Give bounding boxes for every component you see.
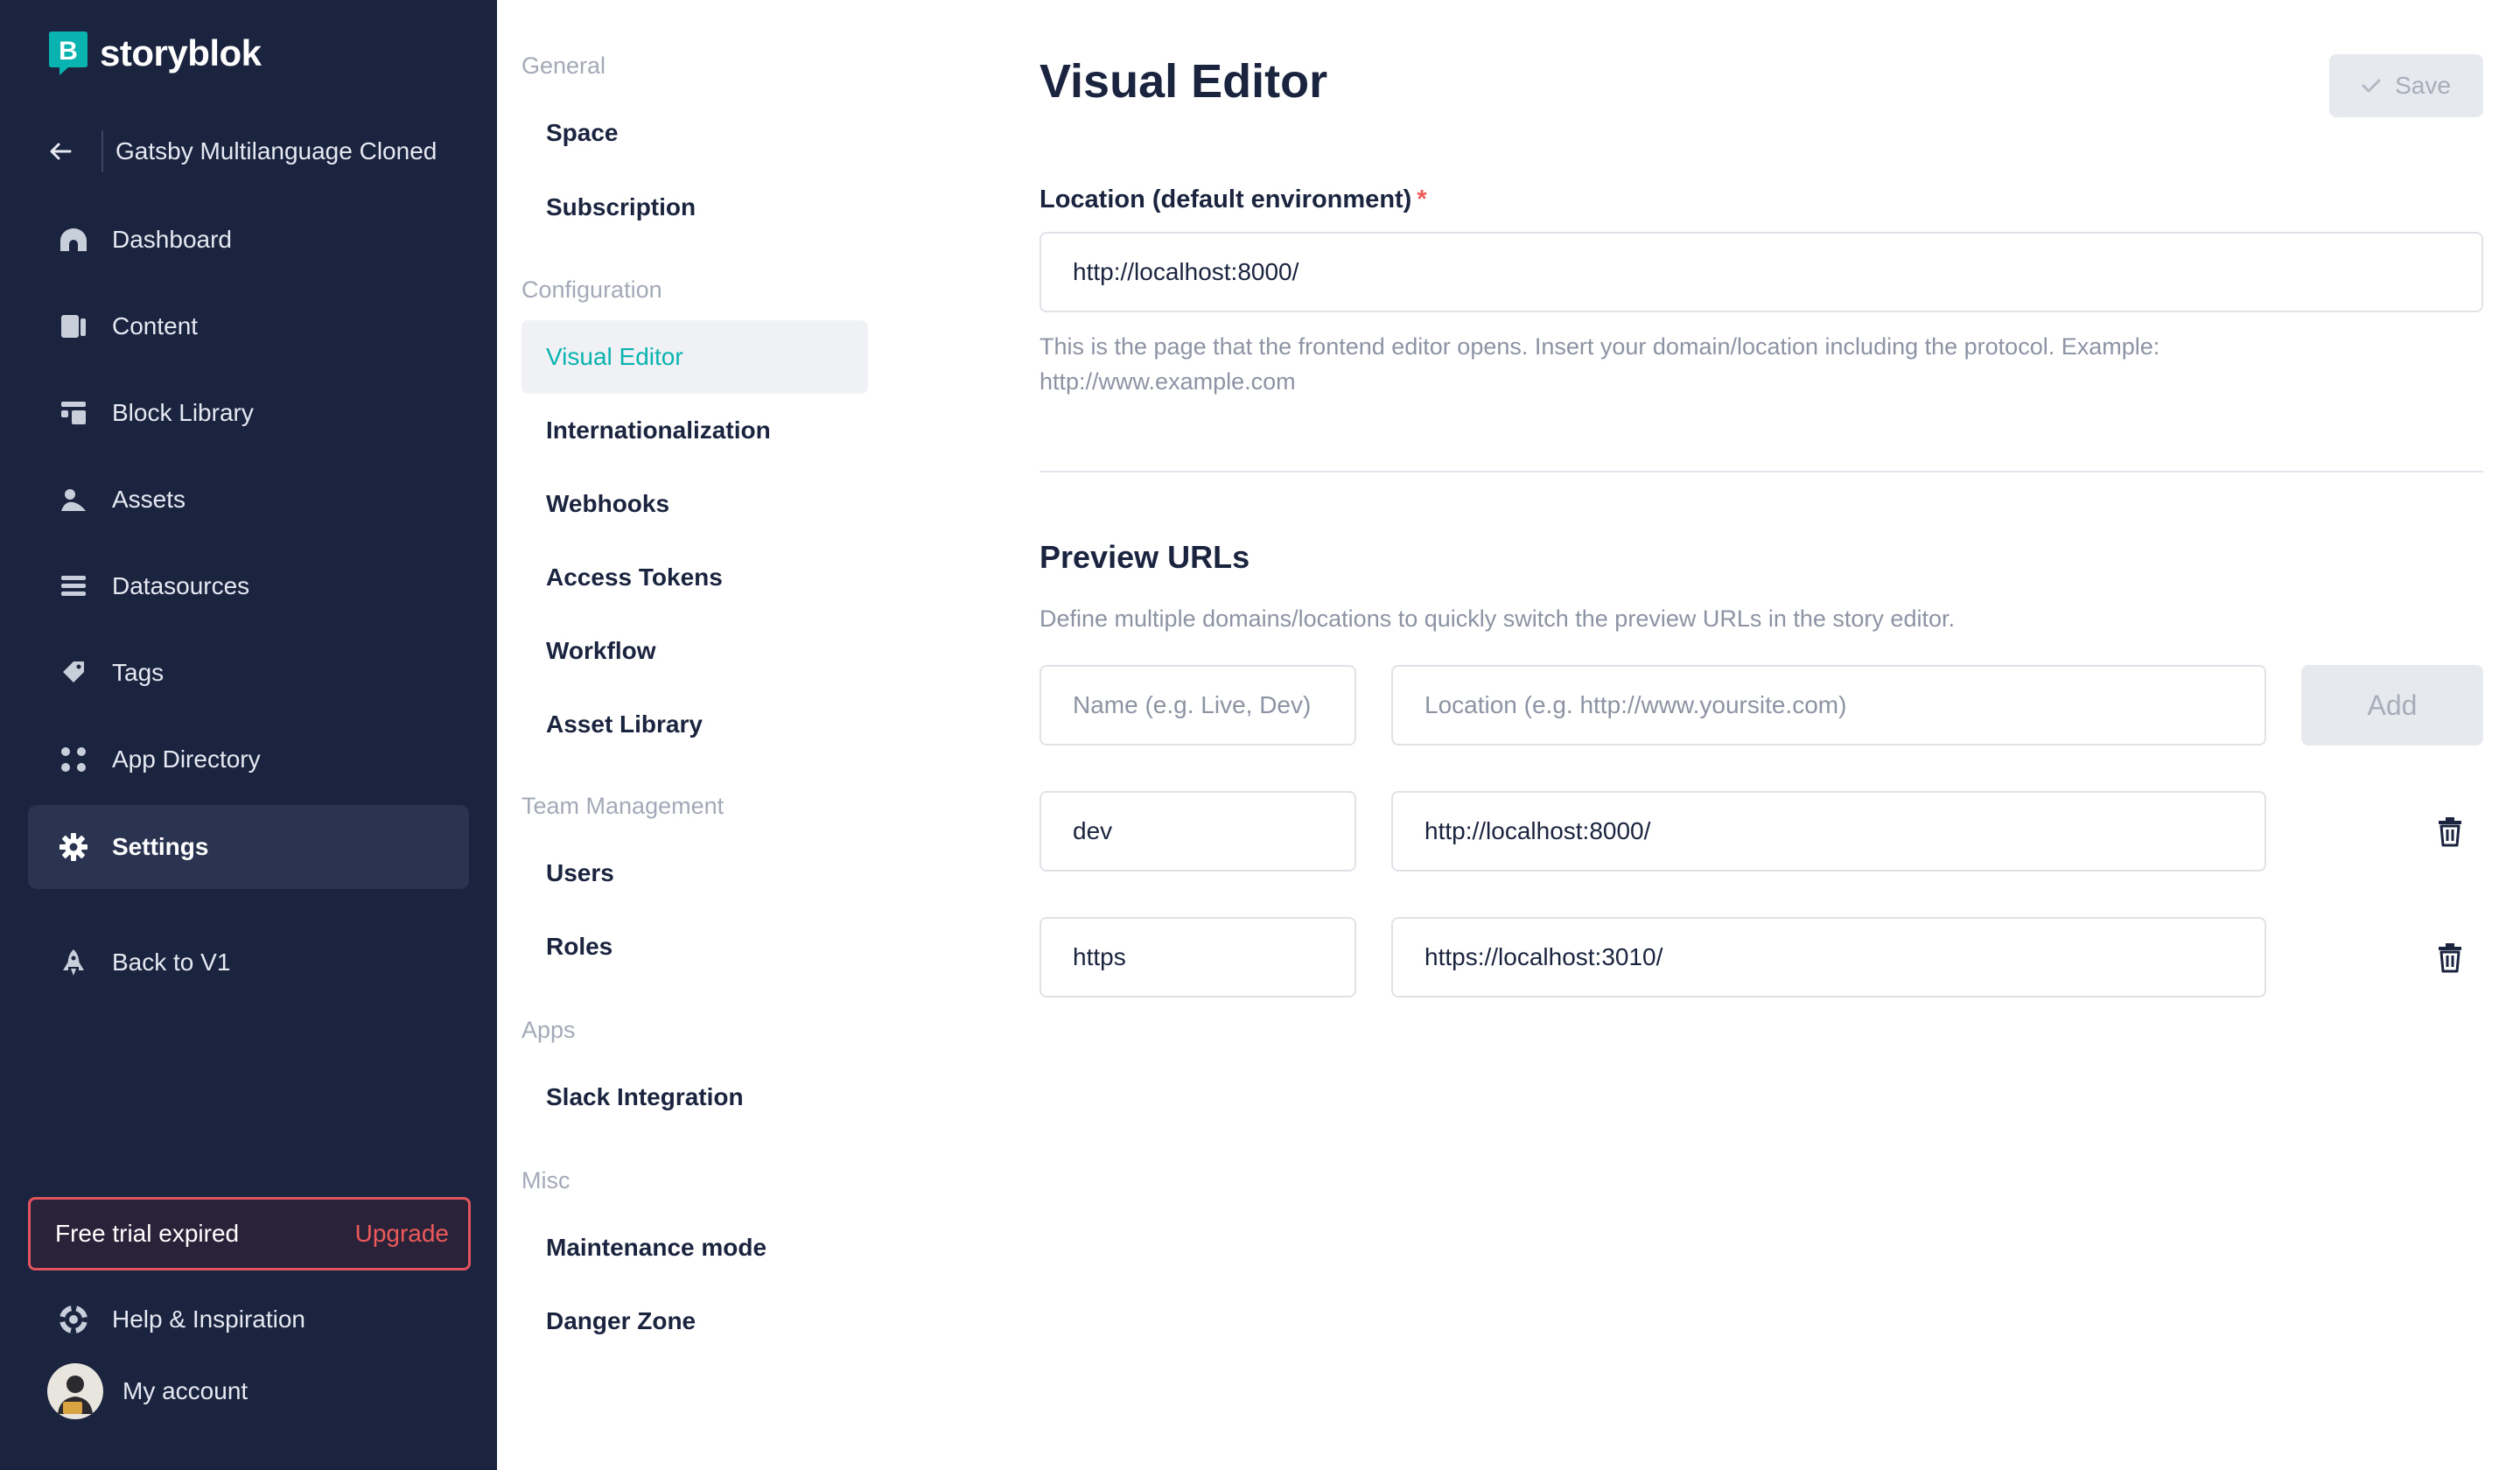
rocket-icon	[54, 943, 93, 982]
tags-icon	[54, 654, 93, 692]
menu-item-label: Users	[546, 859, 614, 886]
trash-icon[interactable]	[2431, 938, 2469, 976]
menu-item-label: Danger Zone	[546, 1307, 696, 1334]
lifebuoy-icon	[54, 1300, 93, 1339]
menu-item-label: Maintenance mode	[546, 1234, 767, 1261]
sidebar-item-block-library[interactable]: Block Library	[28, 371, 469, 455]
sidebar-item-dashboard[interactable]: Dashboard	[28, 198, 469, 282]
menu-item-visual-editor[interactable]: Visual Editor	[522, 320, 868, 394]
menu-item-users[interactable]: Users	[522, 836, 868, 910]
menu-item-label: Workflow	[546, 637, 656, 664]
location-label-text: Location (default environment)	[1040, 186, 1412, 214]
sidebar-item-settings[interactable]: Settings	[28, 805, 469, 889]
menu-item-label: Access Tokens	[546, 564, 723, 591]
menu-section-general: General	[522, 52, 606, 79]
menu-item-space[interactable]: Space	[522, 96, 868, 170]
sidebar-item-label: Settings	[112, 833, 209, 860]
menu-item-label: Webhooks	[546, 490, 670, 517]
sidebar-item-datasources[interactable]: Datasources	[28, 544, 469, 628]
preview-url-name-field[interactable]: dev	[1040, 791, 1356, 872]
logo-letter: B	[59, 37, 78, 66]
sidebar-item-tags[interactable]: Tags	[28, 631, 469, 715]
section-divider	[1040, 471, 2483, 472]
main-sidebar: B storyblok Gatsby Multilanguage Cloned …	[0, 0, 497, 1470]
datasources-icon	[54, 567, 93, 606]
sidebar-item-app-directory[interactable]: App Directory	[28, 718, 469, 802]
page-title: Visual Editor	[1040, 55, 1328, 108]
menu-item-internationalization[interactable]: Internationalization	[522, 394, 868, 467]
menu-section-team-management: Team Management	[522, 793, 724, 819]
sidebar-item-label: Block Library	[112, 399, 254, 426]
app-directory-icon	[54, 740, 93, 779]
sidebar-item-back-to-v1[interactable]: Back to V1	[28, 920, 469, 1004]
menu-item-label: Roles	[546, 933, 613, 960]
preview-url-location-field[interactable]: https://localhost:3010/	[1391, 917, 2266, 998]
storyblok-logo[interactable]: B storyblok	[49, 32, 262, 75]
menu-item-subscription[interactable]: Subscription	[522, 171, 868, 244]
block-library-icon	[54, 394, 93, 432]
content-icon	[54, 307, 93, 346]
sidebar-item-label: Tags	[112, 659, 164, 686]
gear-icon	[54, 828, 93, 866]
save-label: Save	[2395, 72, 2451, 99]
assets-icon	[54, 480, 93, 519]
location-input[interactable]: http://localhost:8000/	[1040, 232, 2483, 312]
sidebar-item-label: Back to V1	[112, 948, 231, 976]
menu-section-configuration: Configuration	[522, 276, 662, 303]
trial-status-text: Free trial expired	[55, 1220, 240, 1247]
menu-item-slack-integration[interactable]: Slack Integration	[522, 1060, 868, 1134]
menu-item-label: Space	[546, 119, 619, 146]
menu-item-label: Asset Library	[546, 710, 703, 738]
preview-urls-heading: Preview URLs	[1040, 539, 1250, 575]
brand-name: storyblok	[100, 32, 262, 74]
sidebar-item-assets[interactable]: Assets	[28, 458, 469, 542]
free-trial-banner: Free trial expired Upgrade	[28, 1197, 471, 1270]
sidebar-item-label: Help & Inspiration	[112, 1306, 306, 1333]
menu-section-apps: Apps	[522, 1017, 576, 1043]
sidebar-item-label: Content	[112, 312, 199, 340]
sidebar-item-label: My account	[122, 1377, 248, 1404]
space-name: Gatsby Multilanguage Cloned	[116, 137, 438, 164]
menu-item-label: Visual Editor	[546, 343, 683, 370]
menu-item-workflow[interactable]: Workflow	[522, 614, 868, 688]
sidebar-item-content[interactable]: Content	[28, 284, 469, 368]
preview-url-name-field[interactable]: https	[1040, 917, 1356, 998]
settings-menu: General Space Subscription Configuration…	[497, 0, 868, 1470]
required-mark: *	[1417, 186, 1427, 214]
sidebar-item-my-account[interactable]: My account	[28, 1349, 469, 1433]
preview-urls-description: Define multiple domains/locations to qui…	[1040, 606, 1955, 632]
back-arrow-icon[interactable]	[49, 130, 96, 173]
menu-item-asset-library[interactable]: Asset Library	[522, 688, 868, 761]
menu-section-misc: Misc	[522, 1167, 570, 1194]
trash-icon[interactable]	[2431, 812, 2469, 850]
save-button[interactable]: Save	[2329, 54, 2483, 117]
menu-item-danger-zone[interactable]: Danger Zone	[522, 1284, 868, 1358]
space-switcher[interactable]: Gatsby Multilanguage Cloned	[49, 130, 437, 173]
sidebar-item-label: Datasources	[112, 572, 250, 599]
storyblok-logo-icon: B	[49, 32, 88, 75]
menu-item-webhooks[interactable]: Webhooks	[522, 467, 868, 541]
menu-item-label: Slack Integration	[546, 1083, 744, 1110]
add-preview-url-button[interactable]: Add	[2301, 665, 2483, 746]
menu-item-label: Internationalization	[546, 416, 771, 444]
menu-item-roles[interactable]: Roles	[522, 910, 868, 984]
preview-url-location-field[interactable]: http://localhost:8000/	[1391, 791, 2266, 872]
menu-item-access-tokens[interactable]: Access Tokens	[522, 541, 868, 614]
check-icon	[2362, 78, 2381, 94]
menu-item-label: Subscription	[546, 193, 696, 220]
avatar	[47, 1363, 103, 1419]
preview-location-input[interactable]: Location (e.g. http://www.yoursite.com)	[1391, 665, 2266, 746]
preview-name-input[interactable]: Name (e.g. Live, Dev)	[1040, 665, 1356, 746]
location-field-label: Location (default environment) *	[1040, 186, 1427, 214]
upgrade-link[interactable]: Upgrade	[355, 1220, 449, 1248]
sidebar-item-label: Assets	[112, 486, 186, 513]
sidebar-item-label: Dashboard	[112, 226, 232, 253]
dashboard-icon	[54, 220, 93, 259]
location-help-text: This is the page that the frontend edito…	[1040, 333, 2160, 395]
menu-item-maintenance-mode[interactable]: Maintenance mode	[522, 1211, 868, 1284]
sidebar-item-label: App Directory	[112, 746, 261, 773]
divider	[102, 130, 103, 172]
